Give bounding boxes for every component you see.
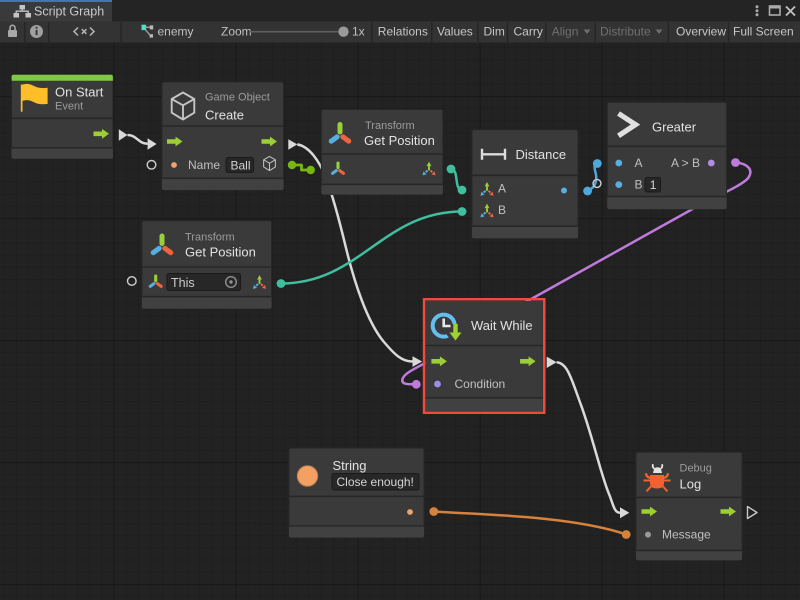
svg-text:Wait While: Wait While — [471, 318, 533, 333]
svg-text:A: A — [498, 181, 506, 195]
svg-text:B: B — [635, 178, 643, 192]
svg-text:String: String — [333, 458, 367, 473]
svg-text:This: This — [171, 276, 195, 290]
svg-text:Full Screen: Full Screen — [733, 25, 794, 39]
svg-text:On Start: On Start — [55, 85, 104, 100]
svg-text:Transform: Transform — [365, 120, 415, 132]
svg-text:A: A — [635, 156, 643, 170]
svg-text:1: 1 — [650, 178, 657, 192]
svg-text:Values: Values — [437, 25, 473, 39]
svg-text:Get Position: Get Position — [185, 244, 256, 259]
svg-text:A > B: A > B — [671, 156, 700, 170]
svg-text:Greater: Greater — [652, 120, 697, 135]
svg-text:enemy: enemy — [158, 25, 194, 39]
svg-text:Ball: Ball — [231, 158, 251, 172]
svg-text:Name: Name — [188, 158, 220, 172]
svg-text:Zoom: Zoom — [221, 25, 252, 39]
svg-text:Script Graph: Script Graph — [34, 5, 104, 19]
svg-text:Align: Align — [552, 25, 579, 39]
svg-text:Overview: Overview — [676, 25, 726, 39]
svg-text:Log: Log — [680, 477, 702, 492]
svg-text:Game Object: Game Object — [205, 91, 270, 103]
svg-text:Relations: Relations — [378, 25, 428, 39]
svg-text:B: B — [498, 203, 506, 217]
svg-text:Condition: Condition — [455, 377, 506, 391]
svg-text:Dim: Dim — [484, 25, 505, 39]
svg-text:Get Position: Get Position — [364, 133, 435, 148]
svg-text:Message: Message — [662, 528, 711, 542]
svg-text:Transform: Transform — [185, 231, 235, 243]
svg-text:Distribute: Distribute — [600, 25, 651, 39]
svg-text:Debug: Debug — [680, 462, 712, 474]
svg-text:Event: Event — [55, 101, 83, 113]
svg-text:Distance: Distance — [516, 147, 567, 162]
svg-text:Create: Create — [205, 108, 244, 123]
svg-text:Carry: Carry — [514, 25, 543, 39]
svg-text:Close enough!: Close enough! — [337, 475, 414, 489]
svg-text:1x: 1x — [352, 25, 365, 39]
